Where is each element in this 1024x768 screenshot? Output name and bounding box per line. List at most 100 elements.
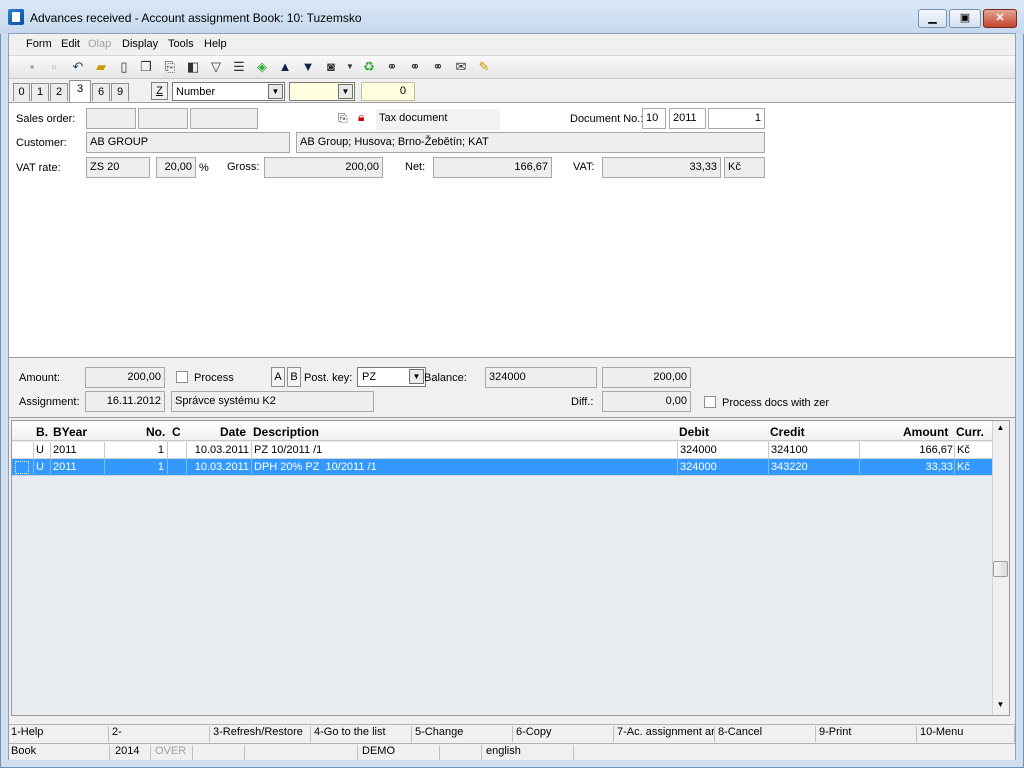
new-document-icon[interactable]: ▯ xyxy=(115,59,133,75)
document-book-field[interactable]: 10 xyxy=(642,108,666,129)
maximize-button[interactable]: ▣ xyxy=(949,9,981,28)
document-number-field[interactable]: 1 xyxy=(708,108,765,129)
mail-icon[interactable]: ✉ xyxy=(452,59,470,75)
menu-tools[interactable]: Tools xyxy=(168,38,194,50)
close-button[interactable]: ✕ xyxy=(983,9,1017,28)
chevron-down-icon[interactable]: ▼ xyxy=(338,84,353,99)
sales-order-field-1[interactable] xyxy=(86,108,136,129)
column-header-byear[interactable]: BYear xyxy=(53,425,87,439)
column-header-no[interactable]: No. xyxy=(146,425,165,439)
menu-form[interactable]: Form xyxy=(26,38,52,50)
save-as-icon[interactable]: ▫ xyxy=(45,59,63,75)
record-count-field: 0 xyxy=(361,82,415,101)
gross-field[interactable]: 200,00 xyxy=(264,157,383,178)
cell-description: DPH 20% PZ 10/2011 /1 xyxy=(254,461,377,473)
scroll-thumb[interactable] xyxy=(993,561,1008,577)
column-header-curr[interactable]: Curr. xyxy=(956,425,984,439)
customer-code-field[interactable]: AB GROUP xyxy=(86,132,290,153)
column-header-amount[interactable]: Amount xyxy=(903,425,948,439)
stack-icon[interactable]: ◈ xyxy=(253,59,271,75)
filter-select[interactable]: ▼ xyxy=(289,82,355,101)
document-year-field[interactable]: 2011 xyxy=(669,108,706,129)
sort-direction-button[interactable]: Z xyxy=(151,82,168,100)
fkey-4-goto-list[interactable]: 4-Go to the list xyxy=(312,726,412,742)
status-empty-1 xyxy=(195,745,245,760)
arrow-down-icon[interactable]: ▼ xyxy=(299,59,317,75)
filter-list-icon[interactable]: ☰ xyxy=(230,59,248,75)
scroll-up-icon[interactable]: ▲ xyxy=(993,423,1008,437)
process-checkbox[interactable] xyxy=(176,371,188,383)
fkey-2[interactable]: 2- xyxy=(110,726,210,742)
cell-curr: Kč xyxy=(957,444,970,456)
diff-label: Diff.: xyxy=(571,396,594,408)
b-button[interactable]: B xyxy=(287,367,301,387)
minimize-button[interactable]: ▁ xyxy=(918,9,947,28)
fkey-7-account-assignment[interactable]: 7-Ac. assignment ar xyxy=(615,726,715,742)
tab-1[interactable]: 1 xyxy=(31,83,49,101)
menu-display[interactable]: Display xyxy=(122,38,158,50)
recycle-icon[interactable]: ♻ xyxy=(360,59,378,75)
table-row[interactable]: U 2011 1 10.03.2011 PZ 10/2011 /1 324000… xyxy=(12,442,992,459)
chevron-down-icon[interactable]: ▼ xyxy=(409,369,424,384)
vat-field[interactable]: 33,33 xyxy=(602,157,721,178)
column-header-credit[interactable]: Credit xyxy=(770,425,805,439)
arrow-up-icon[interactable]: ▲ xyxy=(276,59,294,75)
scroll-down-icon[interactable]: ▼ xyxy=(993,700,1008,714)
notes-icon[interactable]: ✎ xyxy=(475,59,493,75)
tab-9[interactable]: 9 xyxy=(111,83,129,101)
fkey-10-menu[interactable]: 10-Menu xyxy=(918,726,1015,742)
fkey-3-refresh[interactable]: 3-Refresh/Restore xyxy=(211,726,311,742)
process-docs-label: Process docs with zer xyxy=(722,397,829,409)
tab-0[interactable]: 0 xyxy=(13,83,30,101)
column-header-c[interactable]: C xyxy=(172,425,181,439)
status-book: Book xyxy=(9,745,110,760)
cell-curr: Kč xyxy=(957,461,970,473)
process-docs-checkbox[interactable] xyxy=(704,396,716,408)
sales-order-field-2[interactable] xyxy=(138,108,188,129)
binoculars-prev-icon[interactable]: ⚭ xyxy=(429,59,447,75)
column-header-description[interactable]: Description xyxy=(253,425,319,439)
filter-icon[interactable]: ▽ xyxy=(207,59,225,75)
save-icon[interactable]: ▪ xyxy=(23,59,41,75)
binoculars-next-icon[interactable]: ⚭ xyxy=(406,59,424,75)
column-header-debit[interactable]: Debit xyxy=(679,425,709,439)
balance-account-field: 324000 xyxy=(485,367,597,388)
open-folder-icon[interactable]: ▰ xyxy=(92,59,110,75)
sales-order-field-3[interactable] xyxy=(190,108,258,129)
column-header-b[interactable]: B. xyxy=(36,425,48,439)
cell-b: U xyxy=(36,461,44,473)
net-field[interactable]: 166,67 xyxy=(433,157,552,178)
table-row-selected[interactable]: U 2011 1 10.03.2011 DPH 20% PZ 10/2011 /… xyxy=(12,459,992,476)
post-key-select[interactable]: PZ ▼ xyxy=(357,367,426,387)
dropdown-arrow-icon[interactable]: ▼ xyxy=(341,59,359,75)
post-key-label: Post. key: xyxy=(304,372,353,384)
fkey-9-print[interactable]: 9-Print xyxy=(817,726,917,742)
fkey-5-change[interactable]: 5-Change xyxy=(413,726,513,742)
copy-icon[interactable]: ❐ xyxy=(137,59,155,75)
amount-field[interactable]: 200,00 xyxy=(85,367,165,388)
customer-name-field: AB Group; Husova; Brno-Žebětín; KAT xyxy=(296,132,765,153)
menu-help[interactable]: Help xyxy=(204,38,227,50)
tab-6[interactable]: 6 xyxy=(92,83,110,101)
menu-edit[interactable]: Edit xyxy=(61,38,80,50)
column-header-date[interactable]: Date xyxy=(220,425,246,439)
assignment-date-field[interactable]: 16.11.2012 xyxy=(85,391,165,412)
book-icon[interactable]: ◧ xyxy=(184,59,202,75)
chevron-down-icon[interactable]: ▼ xyxy=(268,84,283,99)
a-button[interactable]: A xyxy=(271,367,285,387)
fkey-1-help[interactable]: 1-Help xyxy=(9,726,109,742)
menu-olap[interactable]: Olap xyxy=(88,38,111,50)
vat-rate-label: VAT rate: xyxy=(16,162,61,174)
fkey-8-cancel[interactable]: 8-Cancel xyxy=(716,726,816,742)
copy-document-icon[interactable]: ⎘ xyxy=(338,111,348,126)
paste-icon[interactable]: ⎘ xyxy=(161,59,179,75)
document-no-label: Document No.: xyxy=(570,113,644,125)
tab-2[interactable]: 2 xyxy=(50,83,68,101)
undo-icon[interactable]: ↶ xyxy=(69,59,87,75)
vat-rate-code-field[interactable]: ZS 20 xyxy=(86,157,150,178)
tab-3[interactable]: 3 xyxy=(69,80,91,102)
fkey-6-copy[interactable]: 6-Copy xyxy=(514,726,614,742)
sort-field-select[interactable]: Number ▼ xyxy=(172,82,285,101)
camera-icon[interactable]: ◙ xyxy=(322,59,340,75)
binoculars-icon[interactable]: ⚭ xyxy=(383,59,401,75)
